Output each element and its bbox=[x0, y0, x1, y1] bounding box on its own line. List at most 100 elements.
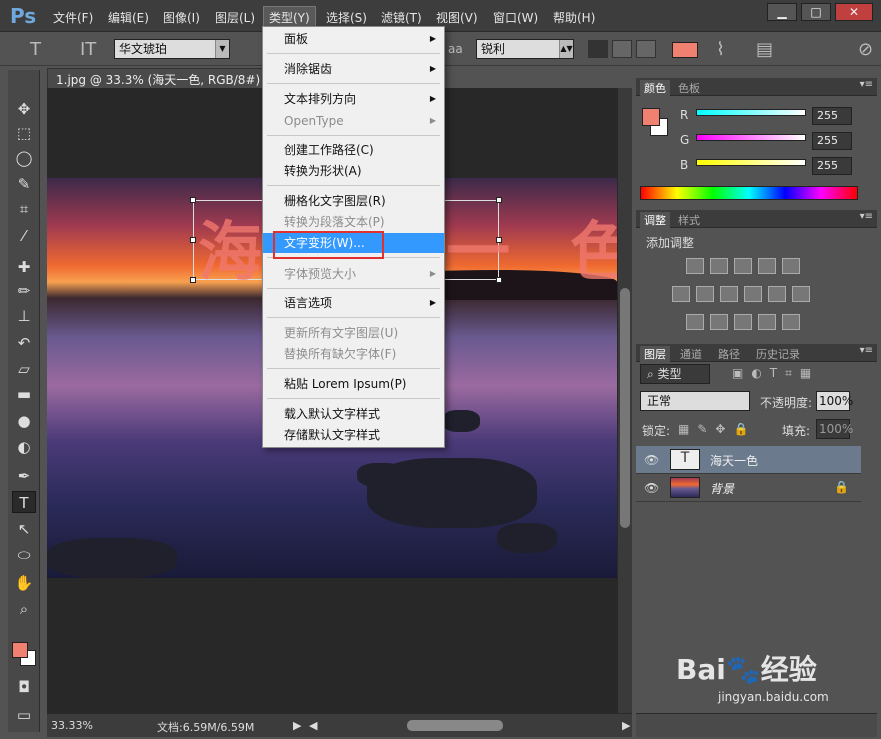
close-button[interactable]: ✕ bbox=[835, 3, 873, 21]
transform-handle[interactable] bbox=[190, 197, 196, 203]
marquee-tool-icon[interactable]: ⬚ bbox=[12, 122, 36, 144]
menu-edit[interactable]: 编辑(E) bbox=[108, 9, 149, 26]
green-value[interactable]: 255 bbox=[812, 132, 852, 150]
menu-item-update-all-text-layers[interactable]: 更新所有文字图层(U) bbox=[263, 323, 444, 343]
eye-icon[interactable]: 👁 bbox=[644, 481, 659, 495]
history-brush-tool-icon[interactable]: ↶ bbox=[12, 332, 36, 354]
menu-select[interactable]: 选择(S) bbox=[326, 9, 367, 26]
blur-tool-icon[interactable]: ● bbox=[12, 410, 36, 432]
photo-filter-icon[interactable] bbox=[744, 286, 762, 302]
menu-item-create-work-path[interactable]: 创建工作路径(C) bbox=[263, 140, 444, 160]
lasso-tool-icon[interactable]: ◯ bbox=[12, 147, 36, 169]
color-lookup-icon[interactable] bbox=[792, 286, 810, 302]
zoom-level[interactable]: 33.33% bbox=[51, 719, 93, 732]
tab-layers[interactable]: 图层 bbox=[640, 346, 670, 362]
tab-paths[interactable]: 路径 bbox=[718, 346, 740, 362]
tab-styles[interactable]: 样式 bbox=[678, 212, 700, 228]
align-center-button[interactable] bbox=[612, 40, 632, 58]
menu-item-convert-to-paragraph[interactable]: 转换为段落文本(P) bbox=[263, 212, 444, 232]
panel-menu-icon[interactable]: ▾≡ bbox=[860, 345, 873, 356]
foreground-color-swatch[interactable] bbox=[12, 642, 28, 658]
layer-name[interactable]: 背景 bbox=[710, 480, 734, 497]
menu-help[interactable]: 帮助(H) bbox=[553, 9, 595, 26]
eyedropper-tool-icon[interactable]: ⁄ bbox=[12, 225, 36, 247]
green-slider[interactable] bbox=[696, 134, 806, 141]
eye-icon[interactable]: 👁 bbox=[644, 453, 659, 467]
clone-stamp-tool-icon[interactable]: ⊥ bbox=[12, 305, 36, 327]
crop-tool-icon[interactable]: ⌗ bbox=[12, 198, 36, 220]
zoom-tool-icon[interactable]: ⌕ bbox=[12, 598, 36, 620]
type-tool-icon[interactable]: T bbox=[12, 491, 36, 513]
status-menu-arrow-icon[interactable]: ▶ bbox=[293, 719, 301, 732]
transform-handle[interactable] bbox=[496, 197, 502, 203]
menu-item-replace-missing-fonts[interactable]: 替换所有缺欠字体(F) bbox=[263, 344, 444, 364]
transform-handle[interactable] bbox=[496, 277, 502, 283]
menu-item-save-default-type-styles[interactable]: 存储默认文字样式 bbox=[263, 425, 444, 445]
quick-select-tool-icon[interactable]: ✎ bbox=[12, 173, 36, 195]
menu-item-antialias[interactable]: 消除锯齿 ▶ bbox=[263, 59, 444, 79]
text-tool-preset-icon[interactable]: T bbox=[30, 39, 41, 60]
document-tab[interactable]: 1.jpg @ 33.3% (海天一色, RGB/8#) * bbox=[47, 68, 267, 88]
tab-color[interactable]: 颜色 bbox=[640, 80, 670, 96]
invert-icon[interactable] bbox=[686, 314, 704, 330]
menu-layer[interactable]: 图层(L) bbox=[215, 9, 255, 26]
menu-item-panels[interactable]: 面板 ▶ bbox=[263, 29, 444, 49]
panel-menu-icon[interactable]: ▾≡ bbox=[860, 79, 873, 90]
exposure-icon[interactable] bbox=[758, 258, 776, 274]
channel-mixer-icon[interactable] bbox=[768, 286, 786, 302]
threshold-icon[interactable] bbox=[734, 314, 752, 330]
opacity-field[interactable]: 100% bbox=[816, 391, 853, 411]
color-spectrum-bar[interactable] bbox=[640, 186, 858, 200]
black-white-icon[interactable] bbox=[720, 286, 738, 302]
lock-icons[interactable]: ▦✎✥🔒 bbox=[678, 422, 756, 436]
layer-name[interactable]: 海天一色 bbox=[710, 452, 758, 469]
cancel-icon[interactable]: ⊘ bbox=[858, 39, 873, 60]
ellipse-tool-icon[interactable]: ⬭ bbox=[12, 544, 36, 566]
font-family-select[interactable]: 华文琥珀 ▼ bbox=[114, 39, 230, 59]
quick-mask-icon[interactable]: ◘ bbox=[12, 676, 36, 698]
text-orientation-icon[interactable]: IT bbox=[80, 39, 96, 60]
fill-field[interactable]: 100% bbox=[816, 419, 853, 439]
red-value[interactable]: 255 bbox=[812, 107, 852, 125]
path-select-tool-icon[interactable]: ↖ bbox=[12, 518, 36, 540]
vertical-scroll-thumb[interactable] bbox=[620, 288, 630, 528]
antialias-select[interactable]: 锐利 ▲▼ bbox=[476, 39, 574, 59]
character-panel-icon[interactable]: ▤ bbox=[756, 39, 773, 60]
curves-icon[interactable] bbox=[734, 258, 752, 274]
menu-view[interactable]: 视图(V) bbox=[436, 9, 478, 26]
maximize-button[interactable]: □ bbox=[801, 3, 831, 21]
transform-handle[interactable] bbox=[190, 277, 196, 283]
menu-item-language-options[interactable]: 语言选项 ▶ bbox=[263, 293, 444, 313]
text-color-swatch[interactable] bbox=[672, 42, 698, 58]
minimize-button[interactable]: ▁ bbox=[767, 3, 797, 21]
menu-window[interactable]: 窗口(W) bbox=[493, 9, 538, 26]
eraser-tool-icon[interactable]: ▱ bbox=[12, 358, 36, 380]
layer-filter-icons[interactable]: ▣◐T⌗▦ bbox=[732, 366, 819, 381]
blue-value[interactable]: 255 bbox=[812, 157, 852, 175]
dodge-tool-icon[interactable]: ◐ bbox=[12, 436, 36, 458]
blue-slider[interactable] bbox=[696, 159, 806, 166]
transform-handle[interactable] bbox=[496, 237, 502, 243]
color-balance-icon[interactable] bbox=[696, 286, 714, 302]
healing-brush-tool-icon[interactable]: ✚ bbox=[12, 256, 36, 278]
selective-color-icon[interactable] bbox=[758, 314, 776, 330]
vibrance-icon[interactable] bbox=[782, 258, 800, 274]
brush-tool-icon[interactable]: ✏ bbox=[12, 280, 36, 302]
tab-adjustments[interactable]: 调整 bbox=[640, 212, 670, 228]
pen-tool-icon[interactable]: ✒ bbox=[12, 465, 36, 487]
scroll-right-icon[interactable]: ▶ bbox=[622, 719, 630, 732]
menu-item-font-preview-size[interactable]: 字体预览大小 ▶ bbox=[263, 264, 444, 284]
menu-item-text-orientation[interactable]: 文本排列方向 ▶ bbox=[263, 89, 444, 109]
vertical-scrollbar[interactable] bbox=[618, 88, 632, 713]
align-left-button[interactable] bbox=[588, 40, 608, 58]
menu-item-paste-lorem-ipsum[interactable]: 粘贴 Lorem Ipsum(P) bbox=[263, 374, 444, 394]
menu-item-convert-to-shape[interactable]: 转换为形状(A) bbox=[263, 161, 444, 181]
fg-color-swatch[interactable] bbox=[642, 108, 660, 126]
hand-tool-icon[interactable]: ✋ bbox=[12, 572, 36, 594]
scroll-left-icon[interactable]: ◀ bbox=[309, 719, 317, 732]
document-size[interactable]: 文档:6.59M/6.59M bbox=[157, 719, 254, 735]
hue-saturation-icon[interactable] bbox=[672, 286, 690, 302]
tab-history[interactable]: 历史记录 bbox=[756, 346, 800, 362]
panel-menu-icon[interactable]: ▾≡ bbox=[860, 211, 873, 222]
menu-item-rasterize-type[interactable]: 栅格化文字图层(R) bbox=[263, 191, 444, 211]
